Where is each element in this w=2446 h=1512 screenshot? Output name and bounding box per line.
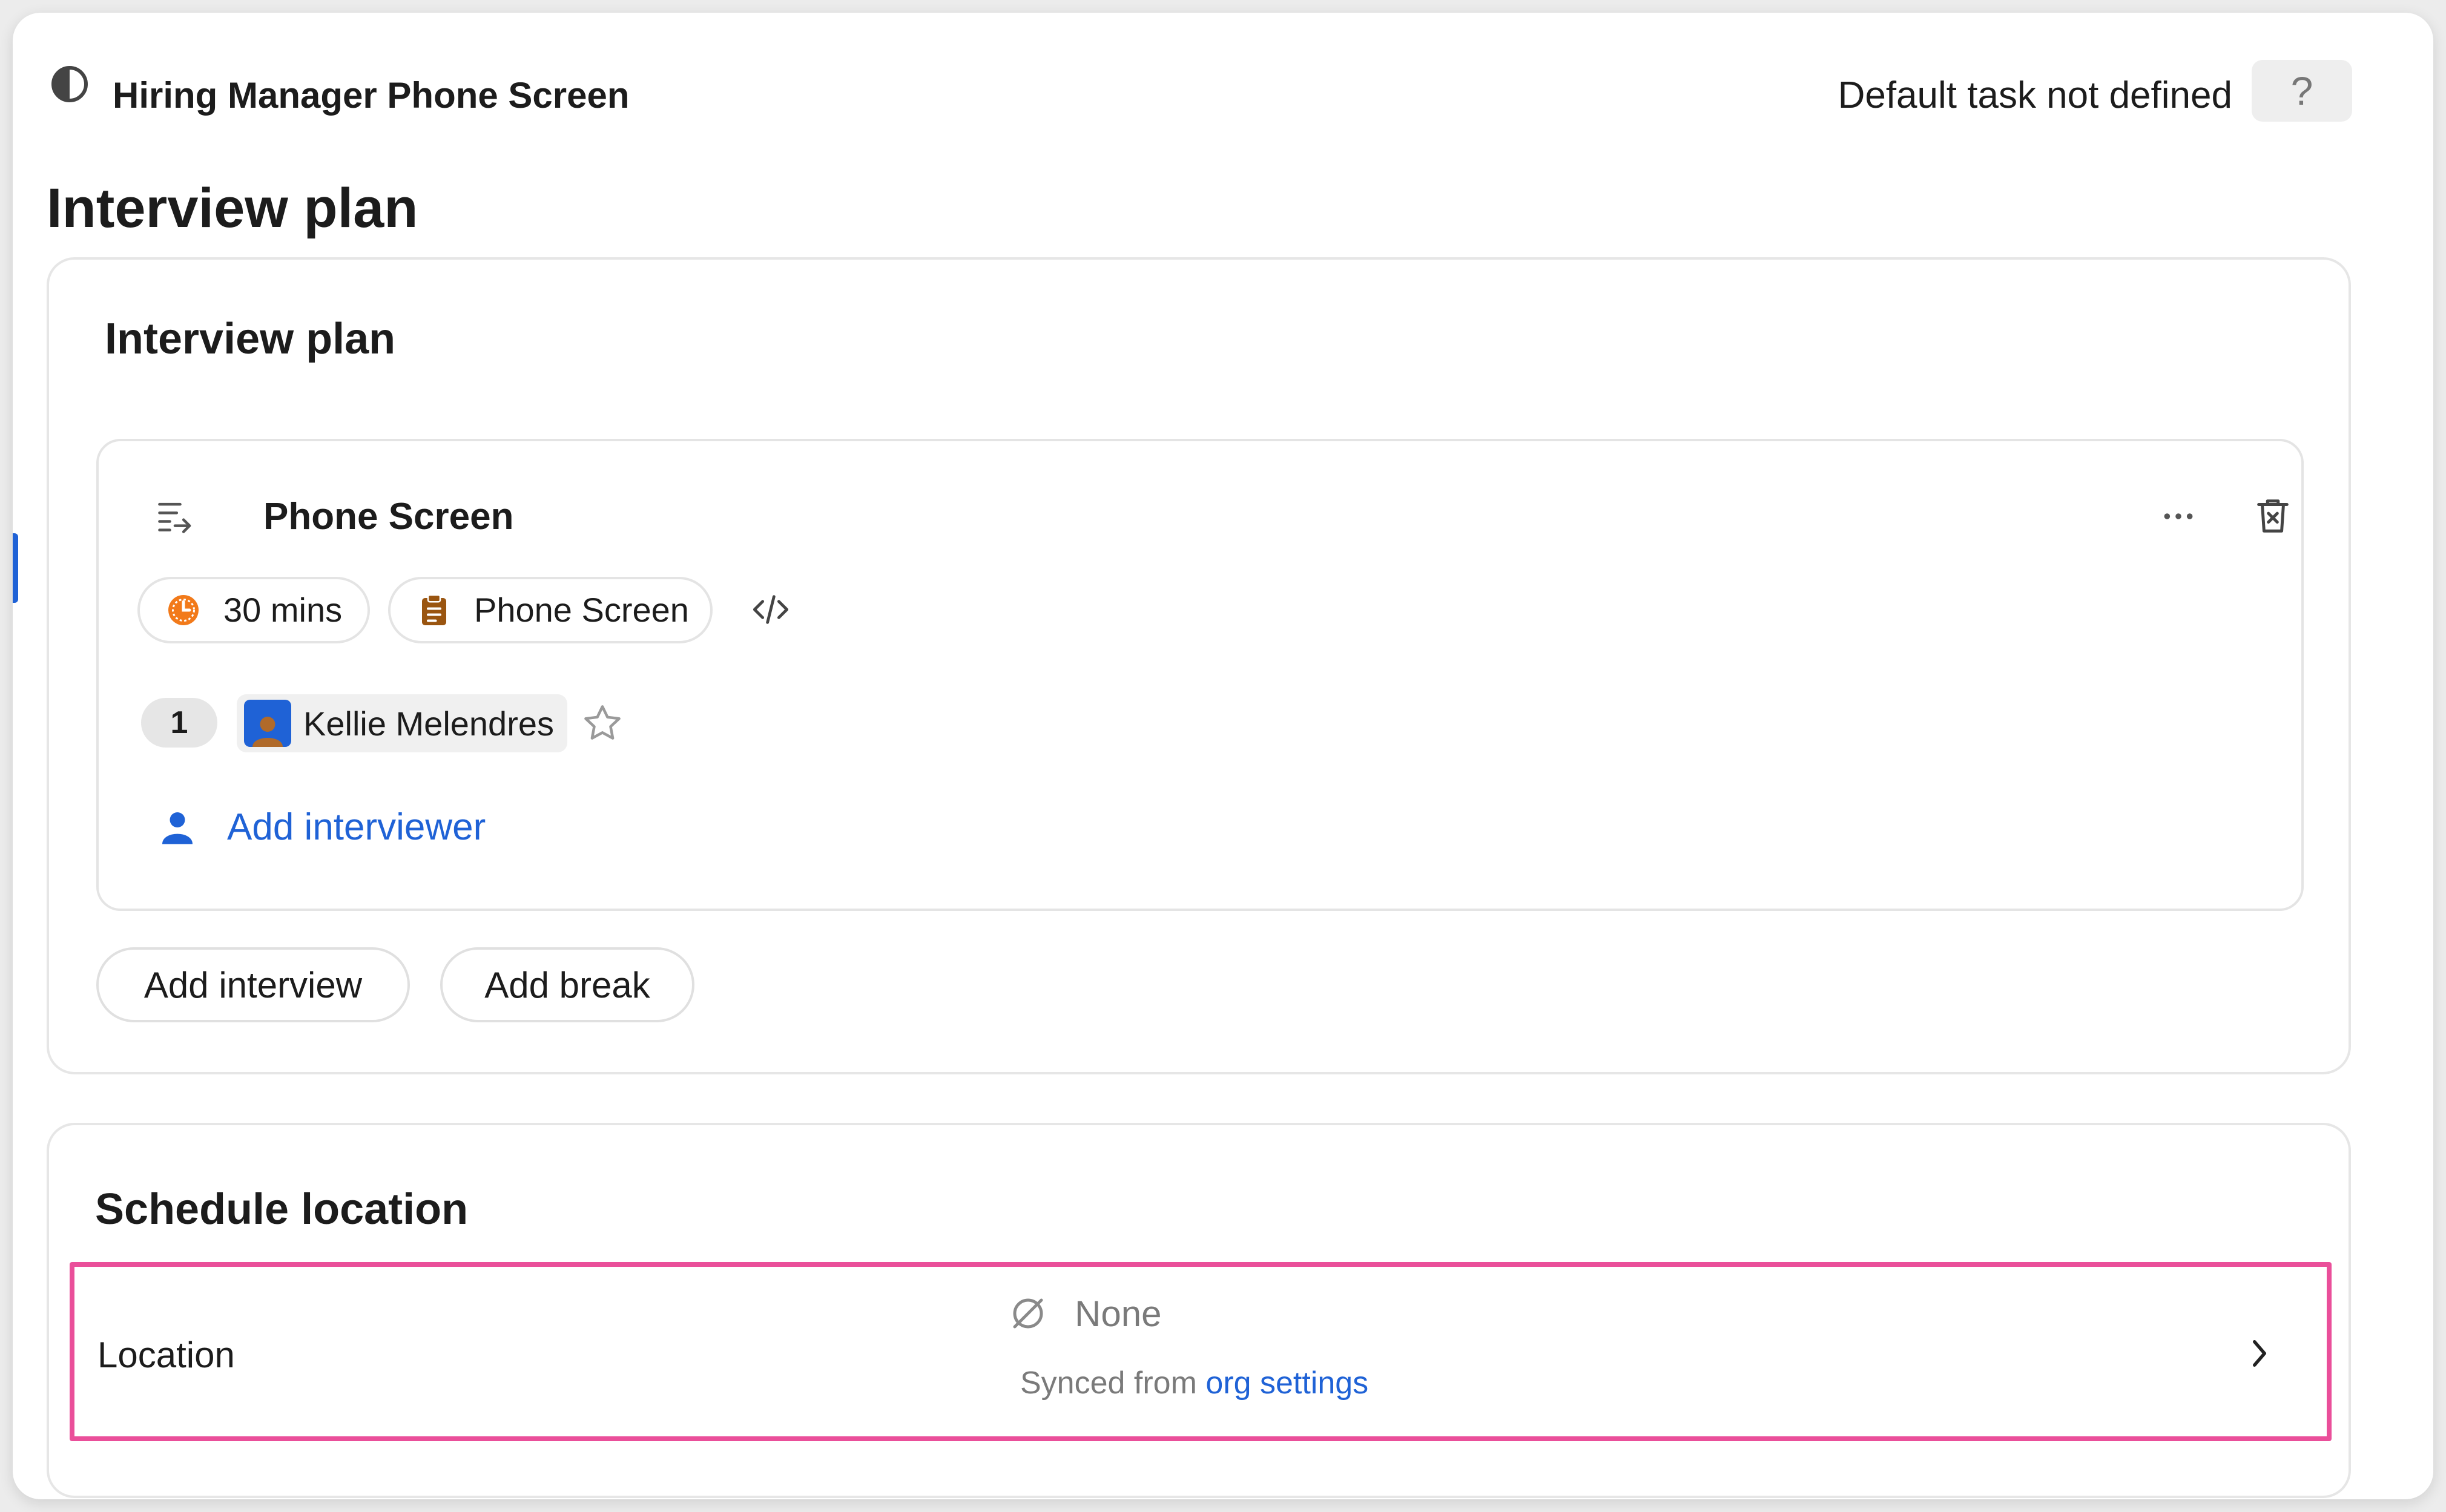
clock-icon <box>168 595 199 625</box>
duration-label: 30 mins <box>223 591 343 629</box>
synced-note: Synced from org settings <box>1020 1364 1368 1402</box>
schedule-location-card: Schedule location Location None Synced f… <box>47 1123 2351 1498</box>
schedule-location-title: Schedule location <box>95 1185 469 1234</box>
person-silhouette-icon <box>252 717 283 747</box>
interview-item[interactable]: Phone Screen 30 mins Phone Screen 1 Kell… <box>96 439 2304 911</box>
trash-icon[interactable] <box>2252 492 2294 538</box>
add-break-button[interactable]: Add break <box>440 947 694 1022</box>
interview-title: Phone Screen <box>263 496 514 537</box>
synced-prefix: Synced from <box>1020 1366 1206 1401</box>
clipboard-icon <box>422 594 446 625</box>
help-label: ? <box>2290 68 2313 113</box>
add-interviewer-label: Add interviewer <box>227 806 486 848</box>
add-interviewer-link[interactable]: Add interviewer <box>159 802 486 853</box>
star-icon[interactable] <box>581 702 624 745</box>
location-value: None <box>1075 1293 1162 1334</box>
interview-kit-label: Phone Screen <box>474 591 689 629</box>
interviewer-count-badge[interactable]: 1 <box>141 698 217 748</box>
none-icon <box>1013 1298 1043 1329</box>
duration-pill[interactable]: 30 mins <box>137 577 370 643</box>
default-task-status: Default task not defined <box>1838 74 2232 116</box>
page-title: Interview plan <box>47 177 418 239</box>
add-interview-button[interactable]: Add interview <box>96 947 410 1022</box>
half-circle-icon <box>51 66 88 102</box>
interviewer-count: 1 <box>170 705 188 740</box>
location-label: Location <box>97 1335 235 1375</box>
scheduling-panel: Hiring Manager Phone Screen Default task… <box>13 13 2433 1499</box>
interview-kit-pill[interactable]: Phone Screen <box>388 577 713 643</box>
more-options-icon[interactable] <box>2157 497 2200 536</box>
interviewer-chip[interactable]: Kellie Melendres <box>237 694 567 752</box>
interview-plan-card-title: Interview plan <box>105 315 396 363</box>
org-settings-link[interactable]: org settings <box>1205 1366 1368 1401</box>
interview-plan-card: Interview plan Phone Screen 30 mins Phon… <box>47 257 2351 1074</box>
chevron-right-icon[interactable] <box>2244 1333 2275 1373</box>
code-icon[interactable] <box>749 590 793 629</box>
interviewer-name: Kellie Melendres <box>303 704 554 743</box>
location-row[interactable]: Location None Synced from org settings <box>70 1262 2332 1441</box>
active-edge-marker <box>13 533 18 603</box>
drag-reorder-icon[interactable] <box>154 496 196 537</box>
avatar <box>244 700 291 747</box>
help-button[interactable]: ? <box>2252 60 2352 122</box>
stage-title: Hiring Manager Phone Screen <box>113 75 630 116</box>
person-icon <box>162 812 193 844</box>
